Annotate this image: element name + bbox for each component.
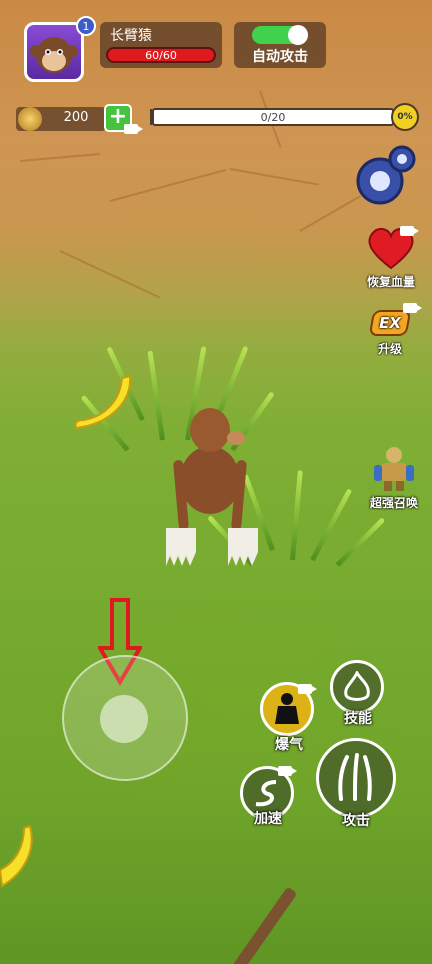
- player-avatar[interactable]: [24, 22, 84, 82]
- claw-icon: [338, 753, 372, 801]
- ground-crack: [59, 250, 161, 299]
- video-ad-icon: [124, 124, 143, 134]
- coin-counter: 200: [16, 107, 106, 131]
- skill-label: 技能: [344, 711, 372, 727]
- player-info-panel: 长臂猿 60/60: [100, 22, 222, 68]
- silhouette-icon: [275, 693, 299, 724]
- hp-text: 60/60: [145, 49, 177, 62]
- toggle-switch[interactable]: [252, 25, 308, 45]
- progress-text: 0/20: [260, 111, 286, 124]
- toggle-knob: [288, 25, 308, 45]
- level-badge: 1: [76, 16, 96, 36]
- ground-crack: [109, 168, 227, 202]
- video-ad-icon: [298, 684, 317, 694]
- restore-hp-button[interactable]: 恢复血量: [356, 226, 426, 290]
- video-ad-icon: [278, 766, 297, 776]
- auto-attack-toggle[interactable]: 自动攻击: [234, 22, 326, 68]
- attack-label: 攻击: [342, 813, 370, 829]
- banana-pickup: [74, 374, 132, 430]
- upgrade-label: 升级: [377, 342, 402, 356]
- exp-up-icon: EX: [368, 310, 412, 336]
- stage-progress-bar: 0/20: [152, 108, 394, 126]
- summon-button[interactable]: 超强召唤: [356, 443, 432, 511]
- flame-icon: [344, 671, 370, 701]
- speed-label: 加速: [254, 811, 282, 827]
- coin-amount: 200: [63, 110, 89, 125]
- coin-icon: [18, 107, 42, 131]
- burst-label: 爆气: [275, 737, 303, 753]
- video-ad-icon: [403, 303, 422, 313]
- monkey-avatar-icon: [30, 37, 78, 73]
- joystick-knob[interactable]: [100, 695, 148, 743]
- summon-label: 超强召唤: [369, 496, 418, 510]
- restore-hp-label: 恢复血量: [366, 275, 415, 289]
- skill-button[interactable]: [330, 660, 384, 714]
- golem-icon: [374, 447, 414, 491]
- monkey-character: [166, 408, 258, 566]
- upgrade-button[interactable]: EX 升级: [360, 310, 420, 357]
- hp-bar: 60/60: [106, 47, 216, 63]
- ground-crack: [19, 153, 100, 162]
- banana-pickup: [0, 824, 33, 888]
- progress-percent: 0%: [391, 103, 419, 131]
- ground-crack: [229, 168, 319, 186]
- settings-gear-icon[interactable]: [352, 143, 418, 209]
- wooden-stick: [224, 886, 298, 964]
- player-name: 长臂猿: [110, 28, 152, 44]
- attack-button[interactable]: [316, 738, 396, 818]
- video-ad-icon: [400, 226, 419, 236]
- auto-attack-label: 自动攻击: [252, 49, 308, 65]
- dash-icon: [255, 780, 277, 807]
